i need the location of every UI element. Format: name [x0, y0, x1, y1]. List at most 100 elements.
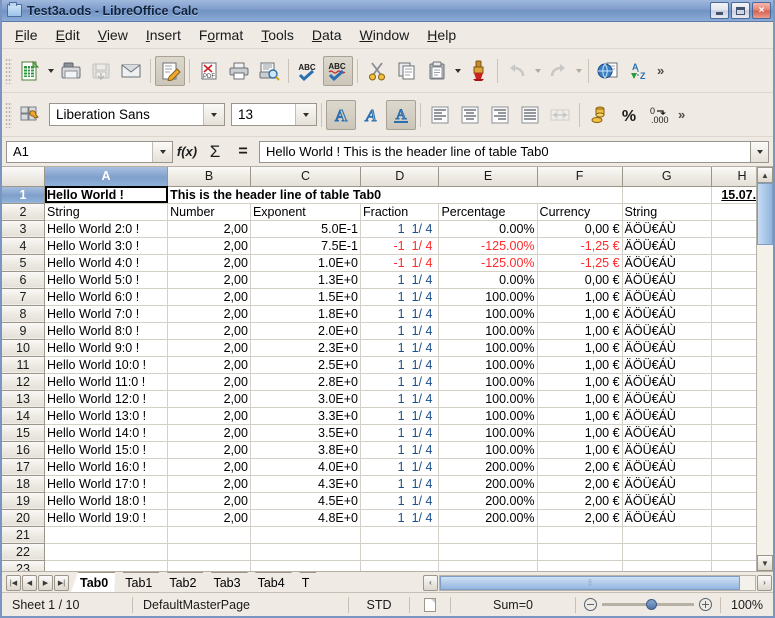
hyperlink-button[interactable] [593, 56, 623, 86]
cell-g19[interactable]: ÄÖÜ€ÁÙ [622, 492, 712, 510]
hscroll-left-button[interactable]: ‹ [423, 574, 438, 591]
cell-g6[interactable]: ÄÖÜ€ÁÙ [622, 271, 712, 289]
sheet-tab-t[interactable]: T [293, 572, 317, 592]
cell-a13[interactable]: Hello World 12:0 ! [44, 390, 169, 408]
spelling-button[interactable]: ABC [293, 56, 323, 86]
align-center-button[interactable] [455, 100, 485, 130]
cell-d14[interactable]: 1 1/ 4 [360, 407, 440, 425]
cell-g15[interactable]: ÄÖÜ€ÁÙ [622, 424, 712, 442]
cell-a4[interactable]: Hello World 3:0 ! [44, 237, 169, 255]
cell-d20[interactable]: 1 1/ 4 [360, 509, 440, 527]
format-number-button[interactable]: 0 .000 [644, 100, 674, 130]
cell-f12[interactable]: 1,00 € [537, 373, 623, 391]
sheet-tab-tab2[interactable]: Tab2 [160, 572, 203, 592]
last-sheet-button[interactable]: ▶| [54, 574, 69, 591]
menu-help[interactable]: Help [418, 24, 465, 46]
cell-c5[interactable]: 1.0E+0 [250, 254, 362, 272]
cell-f23[interactable] [537, 560, 623, 571]
cell-d6[interactable]: 1 1/ 4 [360, 271, 440, 289]
italic-button[interactable]: A [356, 100, 386, 130]
cell-e7[interactable]: 100.00% [438, 288, 538, 306]
cell-d2[interactable]: Fraction [360, 203, 440, 221]
vertical-scroll-thumb[interactable] [757, 183, 773, 245]
edit-mode-button[interactable] [155, 55, 185, 86]
cell-c18[interactable]: 4.3E+0 [250, 475, 362, 493]
row-header-18[interactable]: 18 [2, 475, 45, 493]
cell-c12[interactable]: 2.8E+0 [250, 373, 362, 391]
cell-e13[interactable]: 100.00% [438, 390, 538, 408]
cell-b12[interactable]: 2,00 [167, 373, 251, 391]
row-header-23[interactable]: 23 [2, 560, 45, 571]
copy-button[interactable] [392, 56, 422, 86]
scroll-down-button[interactable]: ▼ [757, 555, 773, 571]
row-header-4[interactable]: 4 [2, 237, 45, 255]
cell-f22[interactable] [537, 543, 623, 561]
cell-d7[interactable]: 1 1/ 4 [360, 288, 440, 306]
cell-d12[interactable]: 1 1/ 4 [360, 373, 440, 391]
cell-e8[interactable]: 100.00% [438, 305, 538, 323]
cell-a23[interactable] [44, 560, 169, 571]
cell-g10[interactable]: ÄÖÜ€ÁÙ [622, 339, 712, 357]
cell-g3[interactable]: ÄÖÜ€ÁÙ [622, 220, 712, 238]
cell-b16[interactable]: 2,00 [167, 441, 251, 459]
row-header-17[interactable]: 17 [2, 458, 45, 476]
cell-d3[interactable]: 1 1/ 4 [360, 220, 440, 238]
print-preview-button[interactable] [254, 56, 284, 86]
cell-a22[interactable] [44, 543, 169, 561]
cell-e12[interactable]: 100.00% [438, 373, 538, 391]
clone-formatting-button[interactable] [463, 56, 493, 86]
spreadsheet-grid[interactable]: A B C D E F G H 1 Hello World ! This is … [2, 166, 773, 571]
cell-b23[interactable] [167, 560, 251, 571]
cell-c17[interactable]: 4.0E+0 [250, 458, 362, 476]
cell-g1[interactable] [622, 186, 712, 204]
cell-c9[interactable]: 2.0E+0 [250, 322, 362, 340]
row-header-2[interactable]: 2 [2, 203, 45, 221]
font-name-dropdown-button[interactable] [203, 104, 224, 125]
row-header-11[interactable]: 11 [2, 356, 45, 374]
sheet-tab-tab0[interactable]: Tab0 [71, 572, 115, 592]
cell-d17[interactable]: 1 1/ 4 [360, 458, 440, 476]
font-size-dropdown-button[interactable] [295, 104, 316, 125]
cell-g8[interactable]: ÄÖÜ€ÁÙ [622, 305, 712, 323]
toolbar-grip[interactable] [5, 101, 12, 128]
autospellcheck-button[interactable]: ABC [323, 55, 353, 86]
standard-toolbar-overflow-button[interactable]: » [657, 63, 664, 78]
formula-expand-button[interactable] [751, 140, 769, 163]
vertical-scroll-track[interactable] [757, 245, 773, 555]
cell-f7[interactable]: 1,00 € [537, 288, 623, 306]
maximize-button[interactable] [731, 2, 750, 19]
align-justified-button[interactable] [515, 100, 545, 130]
row-header-9[interactable]: 9 [2, 322, 45, 340]
cell-b8[interactable]: 2,00 [167, 305, 251, 323]
row-header-7[interactable]: 7 [2, 288, 45, 306]
export-pdf-button[interactable]: PDF [194, 56, 224, 86]
cell-e14[interactable]: 100.00% [438, 407, 538, 425]
cell-a7[interactable]: Hello World 6:0 ! [44, 288, 169, 306]
cell-d16[interactable]: 1 1/ 4 [360, 441, 440, 459]
cell-d23[interactable] [360, 560, 440, 571]
cell-e21[interactable] [438, 526, 538, 544]
cell-g18[interactable]: ÄÖÜ€ÁÙ [622, 475, 712, 493]
open-button[interactable] [56, 56, 86, 86]
cell-b20[interactable]: 2,00 [167, 509, 251, 527]
cell-e5[interactable]: -125.00% [438, 254, 538, 272]
vertical-scrollbar[interactable]: ▲ ▼ [756, 167, 773, 571]
cell-b15[interactable]: 2,00 [167, 424, 251, 442]
column-header-f[interactable]: F [537, 167, 623, 187]
cell-e3[interactable]: 0.00% [438, 220, 538, 238]
merge-cells-button[interactable] [545, 100, 575, 130]
cell-b7[interactable]: 2,00 [167, 288, 251, 306]
row-header-8[interactable]: 8 [2, 305, 45, 323]
cell-a10[interactable]: Hello World 9:0 ! [44, 339, 169, 357]
cell-e15[interactable]: 100.00% [438, 424, 538, 442]
cell-a20[interactable]: Hello World 19:0 ! [44, 509, 169, 527]
cell-d22[interactable] [360, 543, 440, 561]
close-button[interactable]: × [752, 2, 771, 19]
cell-g7[interactable]: ÄÖÜ€ÁÙ [622, 288, 712, 306]
cell-e22[interactable] [438, 543, 538, 561]
cell-a16[interactable]: Hello World 15:0 ! [44, 441, 169, 459]
cell-d13[interactable]: 1 1/ 4 [360, 390, 440, 408]
row-header-1[interactable]: 1 [2, 186, 45, 204]
zoom-out-button[interactable] [584, 598, 597, 611]
cell-a18[interactable]: Hello World 17:0 ! [44, 475, 169, 493]
